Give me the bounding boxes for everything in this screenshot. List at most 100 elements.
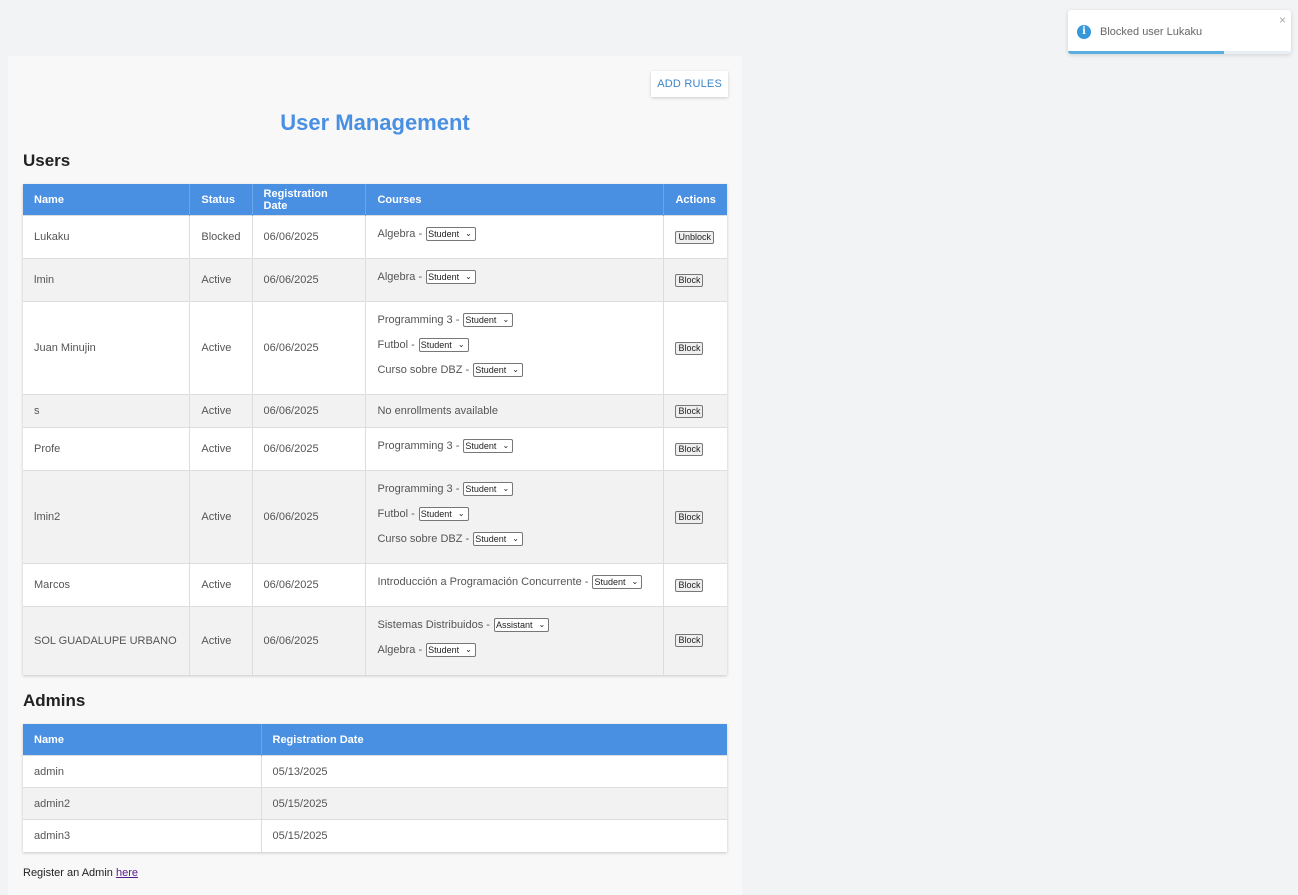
user-actions-cell: Block (663, 470, 727, 564)
chevron-down-icon: ⌄ (457, 340, 465, 349)
user-courses-cell: Programming 3 - Student ⌄ Futbol - Student ⌄ C… (365, 301, 665, 395)
chevron-down-icon: ⌄ (457, 509, 465, 518)
course-enrollment: Algebra - Student ⌄ (377, 221, 652, 246)
user-registration-date-cell: 06/06/2025 (252, 606, 367, 675)
admin-registration-date-cell: 05/15/2025 (261, 819, 727, 852)
role-select[interactable]: Student ⌄ (426, 642, 476, 657)
admin-registration-date-cell: 05/15/2025 (261, 787, 727, 820)
admin-name-cell: admin3 (23, 819, 262, 852)
user-name-cell: Profe (23, 427, 191, 471)
role-select[interactable]: Student ⌄ (426, 269, 476, 284)
block-button[interactable]: Block (675, 442, 704, 456)
user-status-cell: Active (189, 427, 253, 471)
block-button[interactable]: Block (675, 578, 704, 592)
admin-name-cell: admin (23, 755, 262, 788)
user-registration-date-cell: 06/06/2025 (252, 258, 367, 302)
toast-progress-track (1068, 51, 1291, 54)
admins-table-header: Name Registration Date (23, 724, 727, 756)
course-enrollment: Curso sobre DBZ - Student ⌄ (377, 526, 652, 551)
page-title: User Management (280, 110, 470, 135)
block-button[interactable]: Block (675, 510, 704, 524)
register-admin-link[interactable]: here (116, 867, 138, 879)
course-label: Programming 3 - (377, 313, 460, 326)
toast-message: Blocked user Lukaku (1100, 26, 1203, 38)
user-courses-cell: Algebra - Student ⌄ (365, 258, 665, 302)
role-select-value: Student (465, 314, 497, 325)
user-name-cell: Juan Minujin (23, 301, 191, 395)
course-label: Algebra - (377, 643, 423, 656)
user-actions-cell: Block (663, 606, 727, 675)
user-status-cell: Active (189, 394, 253, 428)
course-enrollment: Sistemas Distribuidos - Assistant ⌄ (377, 612, 652, 637)
course-label: Programming 3 - (377, 482, 460, 495)
table-row: s Active 06/06/2025 No enrollments availabl… (23, 394, 727, 428)
chevron-down-icon: ⌄ (512, 365, 519, 374)
role-select[interactable]: Assistant ⌄ (493, 617, 550, 632)
chevron-down-icon: ⌄ (502, 484, 510, 493)
user-registration-date-cell: 06/06/2025 (252, 563, 367, 607)
block-button[interactable]: Block (675, 341, 704, 355)
role-select[interactable]: Student ⌄ (418, 337, 469, 352)
block-button[interactable]: Block (675, 634, 704, 648)
column-header-courses: Courses (365, 184, 665, 216)
user-actions-cell: Block (663, 258, 727, 302)
close-icon[interactable]: × (1279, 13, 1286, 27)
course-enrollment: Programming 3 - Student ⌄ (377, 307, 652, 332)
block-button[interactable]: Block (675, 404, 704, 418)
table-row: admin3 05/15/2025 (23, 819, 727, 852)
column-header-actions: Actions (663, 184, 727, 216)
course-enrollment: Introducción a Programación Concurrente … (377, 569, 652, 594)
role-select-value: Student (465, 440, 497, 451)
toast-progress-bar (1068, 51, 1225, 54)
role-select-value: Student (465, 483, 497, 494)
role-select-value: Student (594, 576, 626, 587)
block-button[interactable]: Block (675, 273, 704, 287)
column-header-admin-registration-date: Registration Date (261, 724, 727, 756)
user-status-cell: Active (189, 301, 253, 395)
admins-section-title: Admins (23, 691, 86, 710)
user-name-cell: SOL GUADALUPE URBANO (23, 606, 191, 675)
course-enrollment: Programming 3 - Student ⌄ (377, 433, 652, 458)
main-panel: ADD RULES User Management Users Name Sta… (8, 56, 742, 895)
course-enrollment: Curso sobre DBZ - Student ⌄ (377, 357, 652, 382)
role-select[interactable]: Student ⌄ (463, 312, 514, 327)
role-select[interactable]: Student ⌄ (463, 438, 514, 453)
add-rules-button[interactable]: ADD RULES (651, 71, 728, 97)
column-header-registration-date: Registration Date (252, 184, 367, 216)
chevron-down-icon: ⌄ (502, 441, 510, 450)
user-name-cell: Marcos (23, 563, 191, 607)
role-select[interactable]: Student ⌄ (426, 226, 476, 241)
chevron-down-icon: ⌄ (502, 315, 510, 324)
role-select[interactable]: Student ⌄ (418, 506, 469, 521)
user-courses-cell: Introducción a Programación Concurrente … (365, 563, 665, 607)
role-select[interactable]: Student ⌄ (473, 531, 523, 546)
course-enrollment: Programming 3 - Student ⌄ (377, 476, 652, 501)
course-label: Futbol - (377, 507, 415, 520)
course-label: Futbol - (377, 338, 415, 351)
role-select-value: Student (420, 508, 452, 519)
chevron-down-icon: ⌄ (465, 645, 472, 654)
user-courses-cell: No enrollments available (365, 394, 665, 428)
user-status-cell: Active (189, 258, 253, 302)
admin-registration-date-cell: 05/13/2025 (261, 755, 727, 788)
user-actions-cell: Block (663, 301, 727, 395)
chevron-down-icon: ⌄ (465, 229, 472, 238)
user-registration-date-cell: 06/06/2025 (252, 301, 367, 395)
user-courses-cell: Sistemas Distribuidos - Assistant ⌄ Algebra… (365, 606, 665, 675)
table-row: admin2 05/15/2025 (23, 787, 727, 820)
role-select[interactable]: Student ⌄ (592, 574, 643, 589)
course-label: Algebra - (377, 270, 423, 283)
role-select-value: Student (428, 644, 460, 655)
unblock-button[interactable]: Unblock (675, 230, 714, 244)
user-courses-cell: Algebra - Student ⌄ (365, 215, 665, 259)
chevron-down-icon: ⌄ (538, 620, 546, 629)
chevron-down-icon: ⌄ (512, 534, 519, 543)
role-select[interactable]: Student ⌄ (473, 362, 523, 377)
course-label: Programming 3 - (377, 439, 460, 452)
user-registration-date-cell: 06/06/2025 (252, 215, 367, 259)
role-select[interactable]: Student ⌄ (463, 481, 514, 496)
role-select-value: Student (475, 533, 507, 544)
user-actions-cell: Block (663, 563, 727, 607)
user-status-cell: Active (189, 470, 253, 564)
role-select-value: Student (428, 271, 460, 282)
